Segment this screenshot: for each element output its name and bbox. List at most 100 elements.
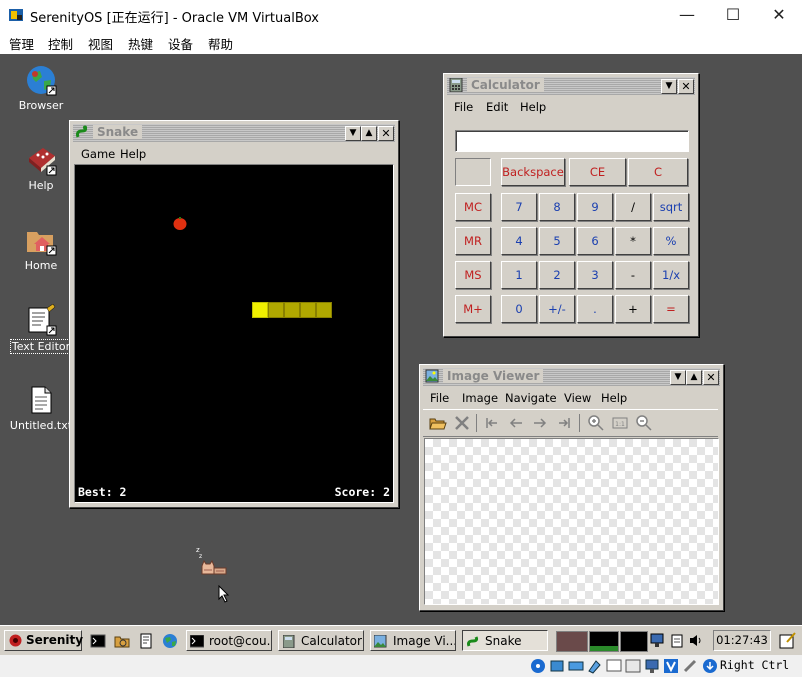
digit-5-button[interactable]: 5 <box>539 227 575 255</box>
snake-title-bar[interactable]: Snake ▼ ▲ ✕ <box>73 124 395 142</box>
zoom-in-icon[interactable] <box>587 414 605 432</box>
notes-icon[interactable] <box>779 632 796 649</box>
go-back-icon[interactable] <box>507 414 525 432</box>
percent-button[interactable]: % <box>653 227 689 255</box>
go-first-icon[interactable] <box>483 414 501 432</box>
file-manager-launcher-icon[interactable] <box>114 633 130 649</box>
mc-button[interactable]: MC <box>455 193 491 221</box>
menu-control[interactable]: 控制 <box>48 34 73 53</box>
network-adapter-icon[interactable] <box>644 658 660 674</box>
clipboard-icon[interactable] <box>670 633 684 648</box>
clock[interactable]: 01:27:43 <box>713 630 771 651</box>
snake-menu-help[interactable]: Help <box>120 147 146 161</box>
actual-size-icon[interactable]: 1:1 <box>611 414 629 432</box>
keyboard-capture-icon[interactable] <box>702 658 718 674</box>
image-viewer-menu-file[interactable]: File <box>430 391 449 405</box>
equals-button[interactable]: = <box>653 295 689 323</box>
host-menu-bar: 管理 控制 视图 热键 设备 帮助 <box>0 30 802 54</box>
image-viewer-menu-navigate[interactable]: Navigate <box>505 391 557 405</box>
negate-button[interactable]: +/- <box>539 295 575 323</box>
browser-launcher-icon[interactable] <box>162 633 178 649</box>
terminal-launcher-icon[interactable] <box>90 633 106 649</box>
maximize-button[interactable]: ☐ <box>718 4 748 26</box>
go-forward-icon[interactable] <box>531 414 549 432</box>
sqrt-button[interactable]: sqrt <box>653 193 689 221</box>
digit-0-button[interactable]: 0 <box>501 295 537 323</box>
image-viewer-menu-arrow-button[interactable]: ▼ <box>670 370 686 385</box>
snake-game-board[interactable]: Best: 2 Score: 2 <box>74 164 394 503</box>
image-viewer-menu-image[interactable]: Image <box>462 391 498 405</box>
add-button[interactable]: + <box>615 295 651 323</box>
apple-icon <box>173 217 187 230</box>
sleeping-cat-icon[interactable]: zz <box>196 544 230 578</box>
image-canvas[interactable] <box>424 438 719 605</box>
digit-9-button[interactable]: 9 <box>577 193 613 221</box>
digit-3-button[interactable]: 3 <box>577 261 613 289</box>
desktop-icon-untitled-txt[interactable]: Untitled.txt <box>5 384 77 432</box>
display-icon[interactable] <box>606 658 622 674</box>
minimize-button[interactable]: — <box>672 4 702 26</box>
calculator-menu-file[interactable]: File <box>454 100 473 114</box>
vt-x-icon[interactable] <box>663 658 679 674</box>
close-button[interactable]: ✕ <box>764 4 794 26</box>
calculator-menu-arrow-button[interactable]: ▼ <box>661 79 677 94</box>
go-last-icon[interactable] <box>555 414 573 432</box>
digit-6-button[interactable]: 6 <box>577 227 613 255</box>
mr-button[interactable]: MR <box>455 227 491 255</box>
hard-disk-icon[interactable] <box>568 658 584 674</box>
video-capture-icon[interactable] <box>625 658 641 674</box>
digit-2-button[interactable]: 2 <box>539 261 575 289</box>
image-viewer-close-button[interactable]: ✕ <box>703 370 719 385</box>
mouse-pointer-icon <box>218 584 230 603</box>
ms-button[interactable]: MS <box>455 261 491 289</box>
desktop-icon-browser[interactable]: Browser <box>9 64 73 112</box>
digit-8-button[interactable]: 8 <box>539 193 575 221</box>
backspace-button[interactable]: Backspace <box>501 158 565 186</box>
shared-folders-icon[interactable] <box>587 658 603 674</box>
decimal-point-button[interactable]: . <box>577 295 613 323</box>
snake-maximize-button[interactable]: ▲ <box>361 126 377 141</box>
divide-button[interactable]: / <box>615 193 651 221</box>
optical-drive-icon[interactable] <box>530 658 546 674</box>
mouse-integration-icon[interactable] <box>682 658 698 674</box>
text-editor-launcher-icon[interactable] <box>138 633 154 649</box>
multiply-button[interactable]: * <box>615 227 651 255</box>
image-viewer-title-bar[interactable]: Image Viewer ▼ ▲ ✕ <box>423 368 720 386</box>
menu-devices[interactable]: 设备 <box>168 34 193 53</box>
menu-view[interactable]: 视图 <box>88 34 113 53</box>
start-button[interactable]: Serenity <box>4 630 83 651</box>
calculator-menu-help[interactable]: Help <box>520 100 546 114</box>
subtract-button[interactable]: - <box>615 261 651 289</box>
terminal-icon <box>189 634 205 648</box>
reciprocal-button[interactable]: 1/x <box>653 261 689 289</box>
zoom-out-icon[interactable] <box>635 414 653 432</box>
network-icon[interactable] <box>650 633 664 648</box>
image-viewer-menu-help[interactable]: Help <box>601 391 627 405</box>
image-viewer-menu-view[interactable]: View <box>564 391 591 405</box>
menu-help[interactable]: 帮助 <box>208 34 233 53</box>
desktop-icon-home[interactable]: Home <box>9 224 73 272</box>
m-plus-button[interactable]: M+ <box>455 295 491 323</box>
digit-7-button[interactable]: 7 <box>501 193 537 221</box>
clear-button[interactable]: C <box>628 158 688 186</box>
snake-menu-arrow-button[interactable]: ▼ <box>345 126 361 141</box>
ce-button[interactable]: CE <box>569 158 626 186</box>
menu-manage[interactable]: 管理 <box>9 34 34 53</box>
digit-1-button[interactable]: 1 <box>501 261 537 289</box>
usb-icon[interactable] <box>549 658 565 674</box>
digit-4-button[interactable]: 4 <box>501 227 537 255</box>
image-viewer-title: Image Viewer <box>443 369 544 383</box>
desktop-icon-label: Home <box>24 259 58 272</box>
calculator-close-button[interactable]: ✕ <box>678 79 694 94</box>
snake-menu-game[interactable]: Game <box>81 147 115 161</box>
desktop-icon-text-editor[interactable]: Text Editor <box>5 303 77 354</box>
menu-hotkey[interactable]: 热键 <box>128 34 153 53</box>
delete-icon[interactable] <box>453 414 471 432</box>
image-viewer-maximize-button[interactable]: ▲ <box>686 370 702 385</box>
calculator-menu-edit[interactable]: Edit <box>486 100 508 114</box>
calculator-title-bar[interactable]: Calculator ▼ ✕ <box>447 77 695 95</box>
desktop-icon-help[interactable]: Help <box>9 144 73 192</box>
volume-icon[interactable] <box>689 633 703 648</box>
snake-close-button[interactable]: ✕ <box>378 126 394 141</box>
open-folder-icon[interactable] <box>429 414 447 432</box>
